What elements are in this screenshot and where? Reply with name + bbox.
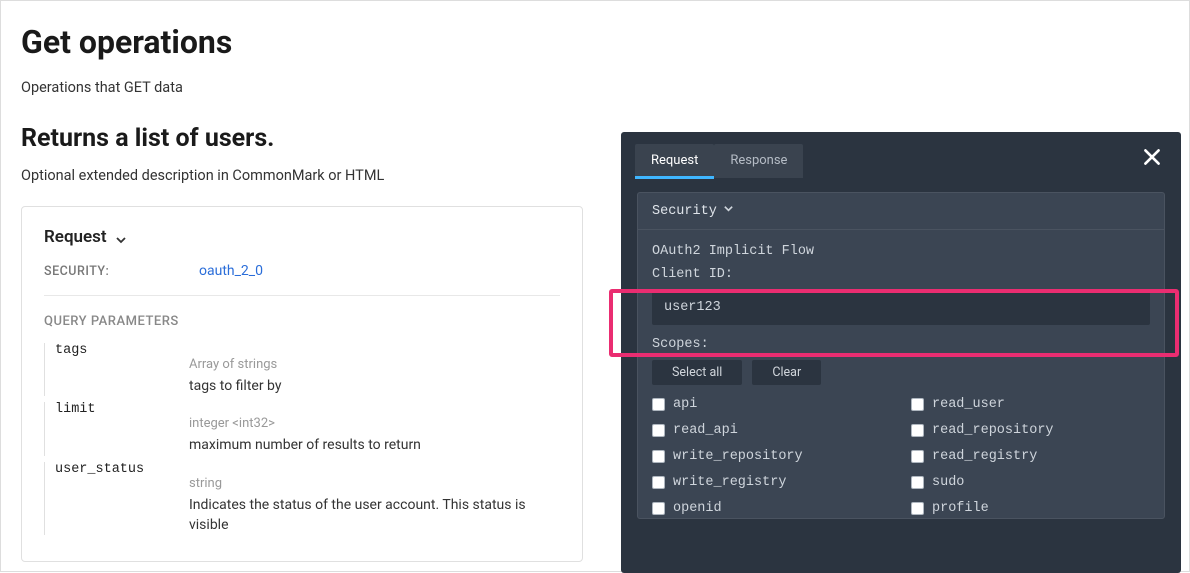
security-toggle[interactable]: Security xyxy=(638,193,1164,230)
param-row: tags Array of strings tags to filter by xyxy=(44,343,560,396)
param-type: integer <int32> xyxy=(189,416,560,431)
security-heading: Security xyxy=(652,204,717,219)
page-subtitle: Operations that GET data xyxy=(21,79,591,96)
operation-title: Returns a list of users. xyxy=(21,124,591,153)
param-row: limit integer <int32> maximum number of … xyxy=(44,402,560,455)
request-card: Request SECURITY: oauth_2_0 QUERY PARAME… xyxy=(21,206,583,562)
chevron-down-icon xyxy=(115,231,127,243)
param-type: string xyxy=(189,476,560,491)
param-description: Indicates the status of the user account… xyxy=(189,495,560,536)
tab-bar: Request Response xyxy=(621,132,1181,180)
scope-checkbox[interactable] xyxy=(652,450,665,463)
scope-label: read_api xyxy=(673,423,738,438)
scope-label: write_registry xyxy=(673,475,786,490)
scope-label: read_user xyxy=(932,397,1005,412)
clear-button[interactable]: Clear xyxy=(752,360,821,385)
scope-checkbox[interactable] xyxy=(911,450,924,463)
param-name: tags xyxy=(44,343,189,396)
scope-checkbox[interactable] xyxy=(652,424,665,437)
scope-label: write_repository xyxy=(673,449,803,464)
request-toggle[interactable]: Request xyxy=(44,227,560,247)
client-id-label: Client ID: xyxy=(652,267,1150,282)
scope-item[interactable]: read_repository xyxy=(911,423,1150,438)
tryit-panel: Request Response Security OAuth2 Implici… xyxy=(621,132,1181,573)
param-description: maximum number of results to return xyxy=(189,435,560,455)
scope-label: sudo xyxy=(932,475,964,490)
close-icon[interactable] xyxy=(1141,146,1163,173)
operation-description: Optional extended description in CommonM… xyxy=(21,167,591,184)
security-link[interactable]: oauth_2_0 xyxy=(199,263,263,279)
scope-label: read_repository xyxy=(932,423,1054,438)
tab-response[interactable]: Response xyxy=(714,144,803,178)
scope-item[interactable]: openid xyxy=(652,501,891,516)
scope-checkbox[interactable] xyxy=(911,502,924,515)
request-label: Request xyxy=(44,227,107,247)
param-name: user_status xyxy=(44,462,189,536)
scope-checkbox[interactable] xyxy=(652,502,665,515)
scope-item[interactable]: read_registry xyxy=(911,449,1150,464)
scope-item[interactable]: api xyxy=(652,397,891,412)
chevron-down-icon xyxy=(723,203,734,219)
scope-item[interactable]: read_api xyxy=(652,423,891,438)
tab-request[interactable]: Request xyxy=(635,144,714,178)
scopes-label: Scopes: xyxy=(652,337,1150,352)
scope-item[interactable]: sudo xyxy=(911,475,1150,490)
scope-item[interactable]: read_user xyxy=(911,397,1150,412)
scope-checkbox[interactable] xyxy=(911,398,924,411)
client-id-input[interactable] xyxy=(652,290,1150,325)
scope-item[interactable]: write_repository xyxy=(652,449,891,464)
param-type: Array of strings xyxy=(189,357,560,372)
page-title: Get operations xyxy=(21,23,591,61)
param-name: limit xyxy=(44,402,189,455)
scope-checkbox[interactable] xyxy=(911,424,924,437)
select-all-button[interactable]: Select all xyxy=(652,360,742,385)
scope-label: read_registry xyxy=(932,449,1037,464)
scope-checkbox[interactable] xyxy=(652,398,665,411)
scope-checkbox[interactable] xyxy=(652,476,665,489)
param-row: user_status string Indicates the status … xyxy=(44,462,560,536)
scope-label: openid xyxy=(673,501,722,516)
security-label: SECURITY: xyxy=(44,264,199,279)
security-section: Security OAuth2 Implicit Flow Client ID:… xyxy=(637,192,1165,519)
scope-item[interactable]: write_registry xyxy=(652,475,891,490)
scope-item[interactable]: profile xyxy=(911,501,1150,516)
oauth-flow-label: OAuth2 Implicit Flow xyxy=(652,244,1150,259)
scope-label: api xyxy=(673,397,697,412)
query-params-heading: QUERY PARAMETERS xyxy=(44,314,560,329)
scope-label: profile xyxy=(932,501,989,516)
scope-checkbox[interactable] xyxy=(911,476,924,489)
scopes-grid: api read_user read_api read_repository w… xyxy=(652,397,1150,516)
param-description: tags to filter by xyxy=(189,376,560,396)
